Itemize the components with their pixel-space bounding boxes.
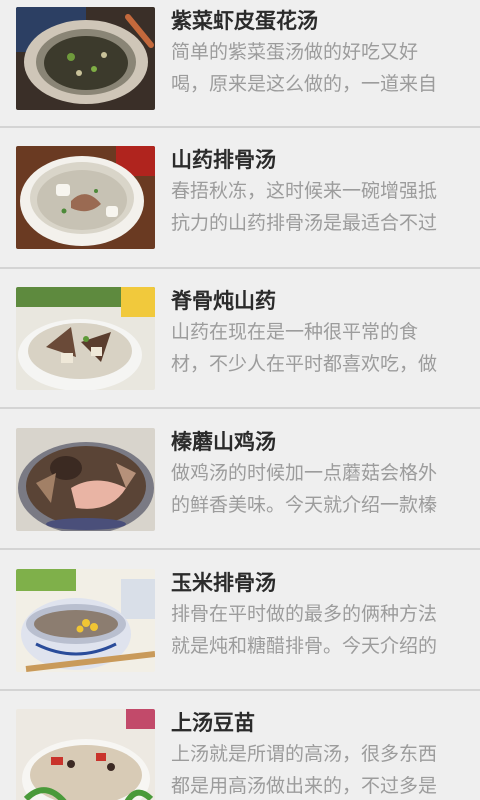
recipe-list: 紫菜虾皮蛋花汤 简单的紫菜蛋汤做的好吃又好喝，原来是这么做的，一道来自 山药排骨… [0,0,480,800]
recipe-title: 玉米排骨汤 [171,571,276,595]
recipe-thumbnail[interactable] [16,569,155,672]
recipe-description: 做鸡汤的时候加一点蘑菇会格外的鲜香美味。今天就介绍一款榛 [171,462,438,516]
recipe-thumbnail[interactable] [16,287,155,390]
recipe-description: 排骨在平时做的最多的俩种方法就是炖和糖醋排骨。今天介绍的 [171,603,438,657]
recipe-title: 脊骨炖山药 [171,289,276,313]
list-item[interactable]: 紫菜虾皮蛋花汤 简单的紫菜蛋汤做的好吃又好喝，原来是这么做的，一道来自 [0,0,480,128]
soup-photo-icon [16,287,155,390]
recipe-description: 上汤就是所谓的高汤，很多东西都是用高汤做出来的，不过多是 [171,743,438,797]
list-item[interactable]: 上汤豆苗 上汤就是所谓的高汤，很多东西都是用高汤做出来的，不过多是 [0,691,480,800]
soup-photo-icon [16,569,155,672]
recipe-title: 上汤豆苗 [171,711,255,735]
recipe-description: 春捂秋冻，这时候来一碗增强抵抗力的山药排骨汤是最适合不过 [171,180,438,234]
recipe-title: 紫菜虾皮蛋花汤 [171,9,318,33]
recipe-thumbnail[interactable] [16,146,155,249]
recipe-description: 山药在现在是一种很平常的食材，不少人在平时都喜欢吃，做 [171,321,438,375]
soup-photo-icon [16,428,155,531]
list-item[interactable]: 玉米排骨汤 排骨在平时做的最多的俩种方法就是炖和糖醋排骨。今天介绍的 [0,551,480,691]
soup-photo-icon [16,709,155,800]
list-item[interactable]: 脊骨炖山药 山药在现在是一种很平常的食材，不少人在平时都喜欢吃，做 [0,269,480,409]
recipe-title: 山药排骨汤 [171,148,276,172]
recipe-thumbnail[interactable] [16,428,155,531]
soup-photo-icon [16,146,155,249]
recipe-description: 简单的紫菜蛋汤做的好吃又好喝，原来是这么做的，一道来自 [171,41,438,95]
soup-photo-icon [16,7,155,110]
recipe-title: 榛蘑山鸡汤 [171,430,276,454]
list-item[interactable]: 榛蘑山鸡汤 做鸡汤的时候加一点蘑菇会格外的鲜香美味。今天就介绍一款榛 [0,410,480,550]
list-item[interactable]: 山药排骨汤 春捂秋冻，这时候来一碗增强抵抗力的山药排骨汤是最适合不过 [0,129,480,269]
recipe-thumbnail[interactable] [16,7,155,110]
recipe-thumbnail[interactable] [16,709,155,800]
